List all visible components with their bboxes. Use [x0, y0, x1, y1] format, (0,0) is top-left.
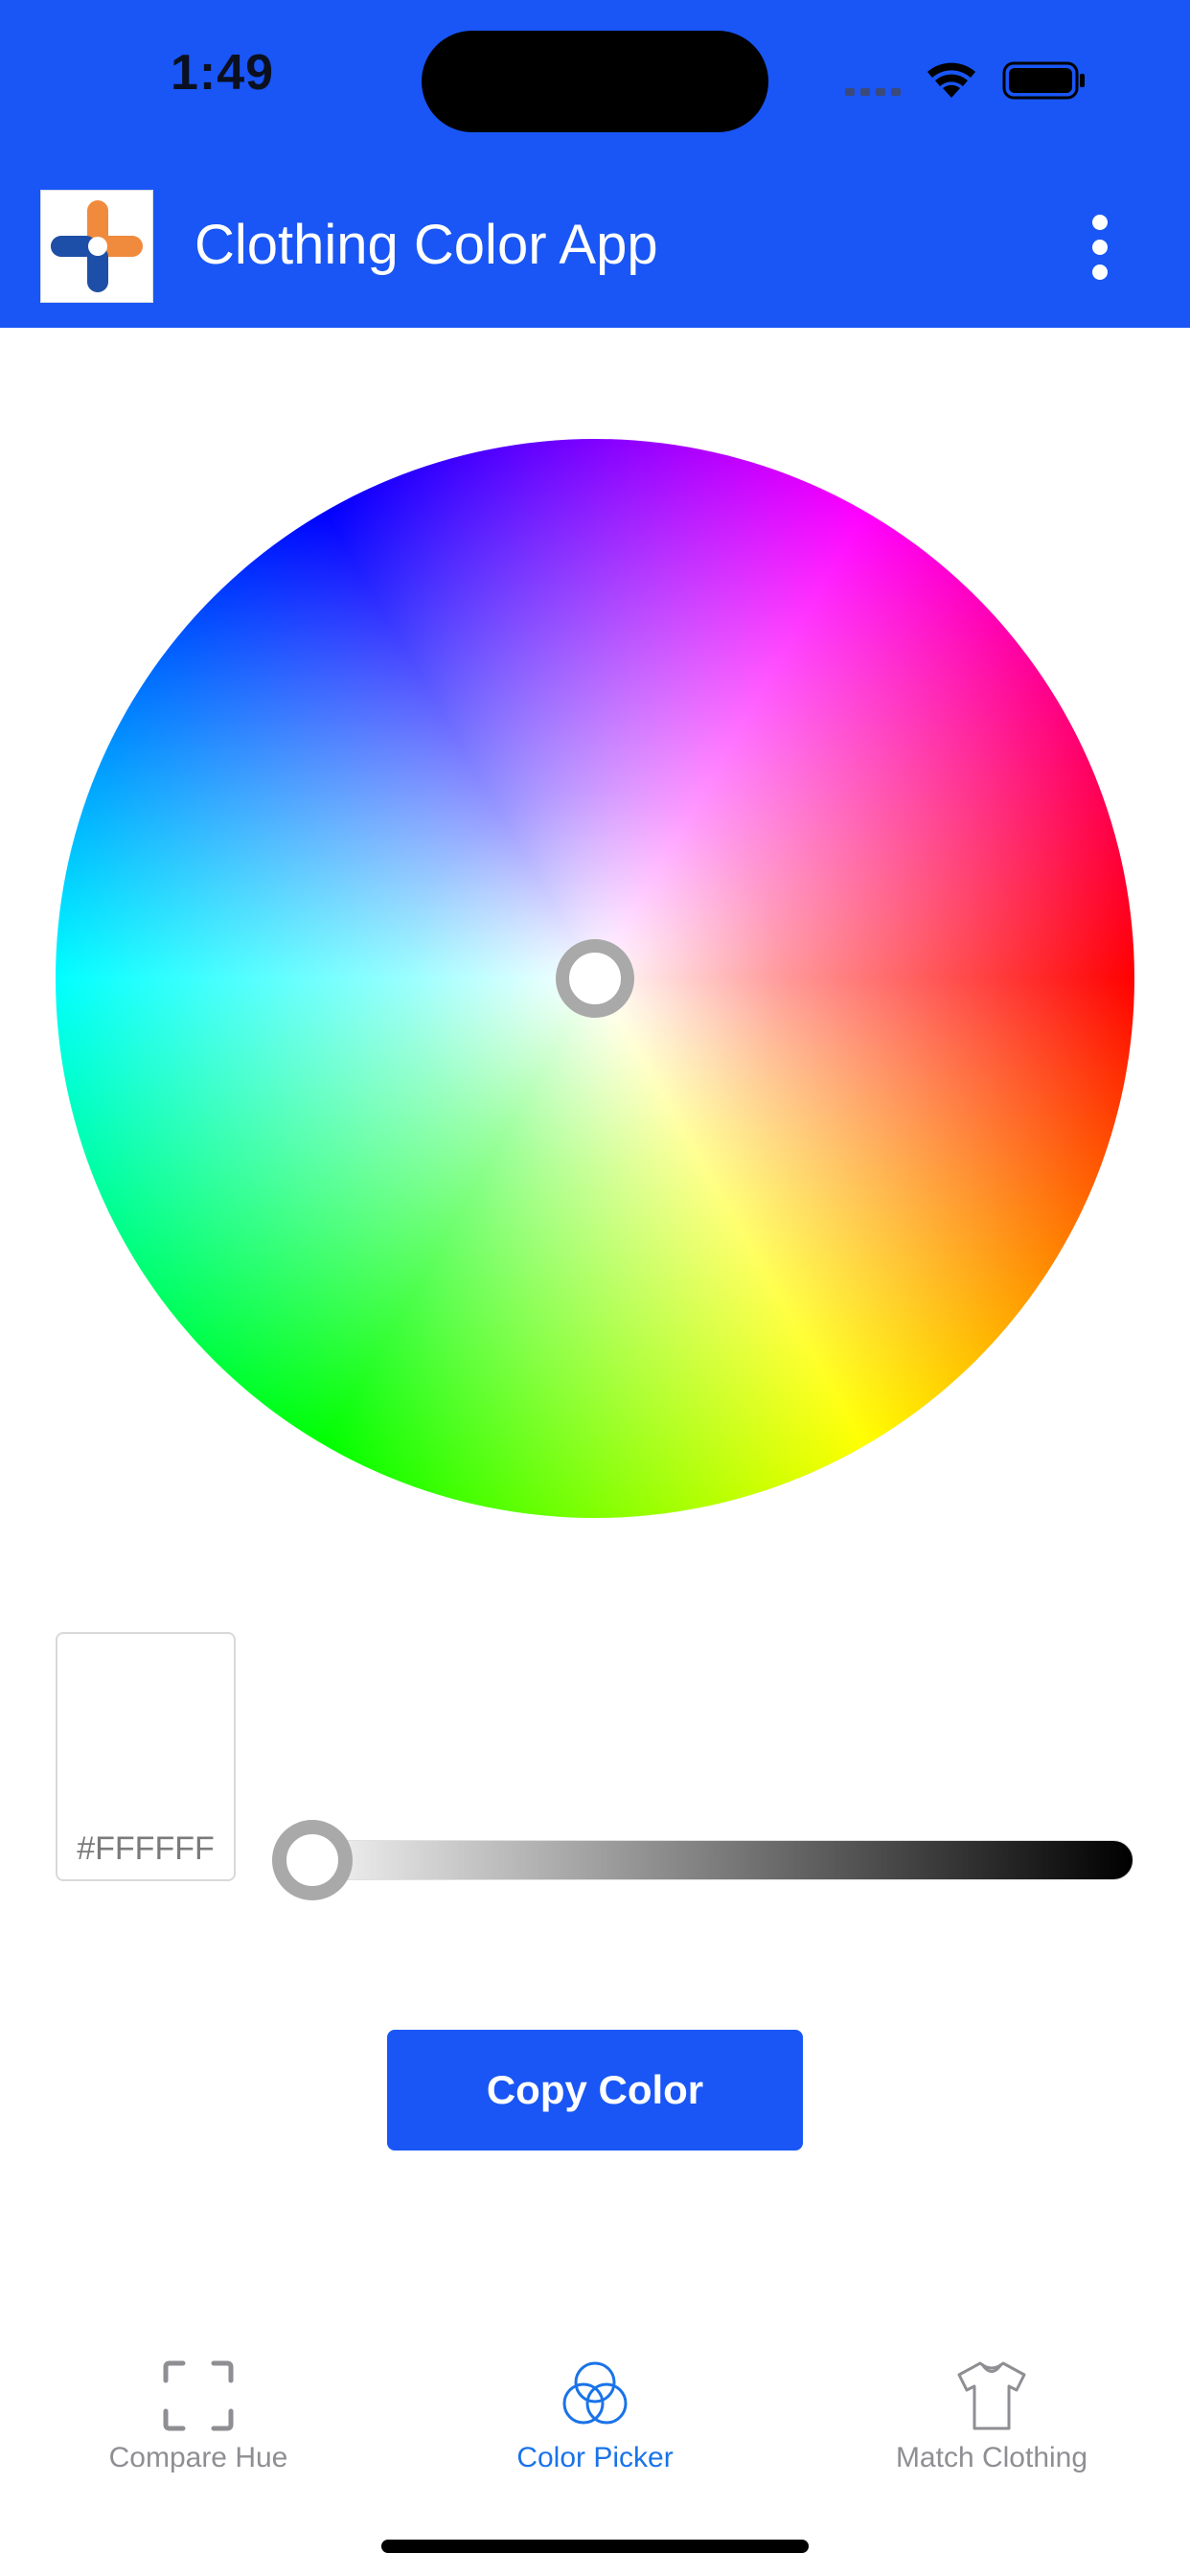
status-icons	[843, 56, 1092, 104]
more-vertical-icon-dot	[1092, 264, 1108, 280]
status-time: 1:49	[171, 45, 275, 101]
tab-match-clothing[interactable]: Match Clothing	[793, 2358, 1190, 2492]
app-logo	[40, 190, 153, 303]
cellular-signal-icon	[845, 88, 901, 96]
brightness-slider-thumb[interactable]	[272, 1820, 353, 1900]
tab-label: Compare Hue	[108, 2442, 288, 2473]
selected-color-swatch: #FFFFFF	[56, 1632, 236, 1881]
more-vertical-icon	[1092, 215, 1108, 230]
hex-value-label: #FFFFFF	[77, 1830, 215, 1867]
tab-label: Match Clothing	[895, 2442, 1088, 2473]
tab-compare-hue[interactable]: Compare Hue	[0, 2358, 397, 2492]
wifi-icon	[927, 62, 975, 98]
app-title: Clothing Color App	[195, 214, 658, 276]
tab-color-picker[interactable]: Color Picker	[397, 2358, 793, 2492]
app-logo-cross-icon	[51, 200, 143, 292]
more-vertical-icon-dot	[1092, 240, 1108, 255]
home-indicator	[381, 2540, 809, 2553]
more-options-button[interactable]	[1073, 211, 1127, 284]
tshirt-icon	[957, 2361, 1026, 2430]
dynamic-island	[422, 31, 768, 132]
brightness-slider[interactable]	[275, 1840, 1133, 1880]
copy-color-button[interactable]: Copy Color	[387, 2030, 803, 2150]
battery-icon	[1002, 61, 1085, 100]
viewfinder-icon	[163, 2360, 234, 2431]
color-circles-icon	[562, 2361, 628, 2425]
color-wheel-handle[interactable]	[556, 939, 634, 1018]
app-header: 1:49 Clothing Color App	[0, 0, 1190, 328]
tab-label: Color Picker	[516, 2442, 674, 2473]
